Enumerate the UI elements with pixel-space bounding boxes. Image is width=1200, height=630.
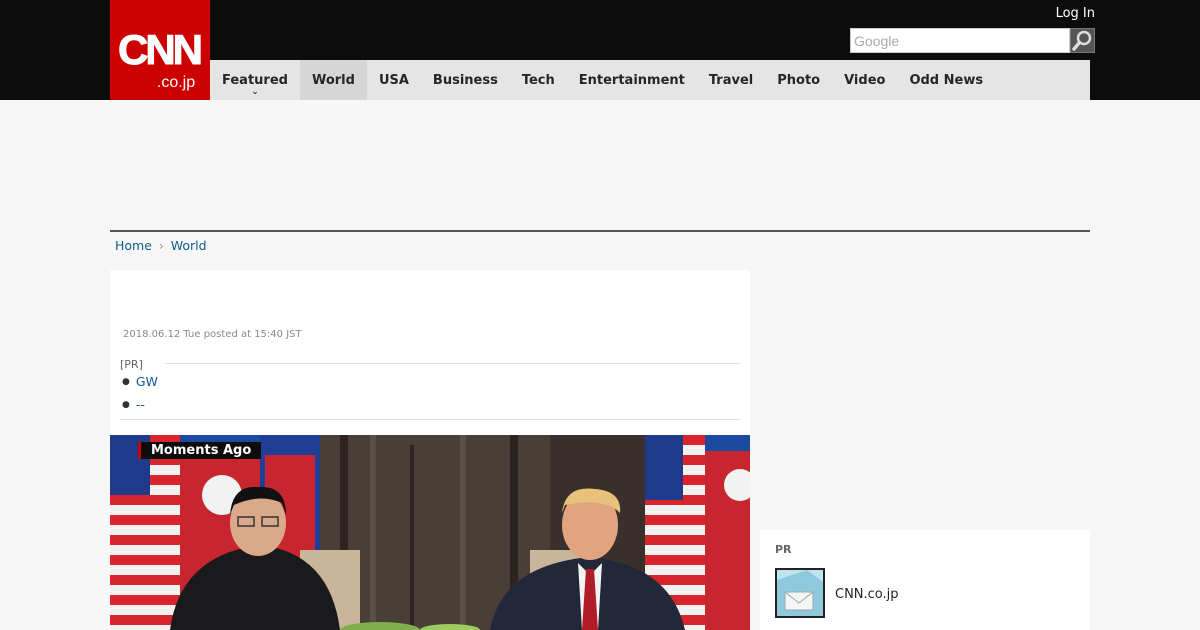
nav-item-label: Photo [777, 72, 821, 88]
login-link[interactable]: Log In [1056, 6, 1095, 21]
nav-item-label: Odd News [909, 72, 984, 88]
nav-business[interactable]: Business [421, 60, 510, 100]
breadcrumb: Home › World [115, 238, 207, 253]
search-button[interactable] [1070, 28, 1095, 53]
nav-item-label: Entertainment [578, 72, 685, 88]
section-divider [110, 230, 1090, 232]
envelope-icon [777, 570, 823, 616]
nav-photo[interactable]: Photo [765, 60, 832, 100]
bullet-icon: ● [122, 399, 130, 410]
pr-link-item[interactable]: ● -- [122, 397, 145, 412]
search-input[interactable] [850, 28, 1070, 53]
sidebar-pr-link[interactable]: CNN.co.jp [835, 587, 899, 602]
divider [165, 363, 740, 364]
search-icon [1072, 30, 1092, 51]
nav-world[interactable]: World [299, 60, 367, 100]
chevron-right-icon: › [158, 238, 164, 253]
nav-entertainment[interactable]: Entertainment [567, 60, 697, 100]
logo-subtext: .co.jp [157, 74, 195, 91]
nav-item-label: Tech [521, 72, 555, 88]
nav-featured[interactable]: Featured ⌄ [210, 60, 300, 100]
breadcrumb-home[interactable]: Home [115, 238, 152, 253]
pr-link[interactable]: GW [136, 374, 158, 389]
nav-usa[interactable]: USA [367, 60, 421, 100]
nav-item-label: Video [844, 72, 886, 88]
article-dateline: 2018.06.12 Tue posted at 15:40 JST [123, 329, 302, 340]
nav-tech[interactable]: Tech [510, 60, 567, 100]
video-frame-image [110, 435, 750, 630]
video-status-badge: Moments Ago [138, 442, 262, 459]
pr-link[interactable]: -- [136, 397, 145, 412]
nav-item-label: Business [432, 72, 498, 88]
article-card: 2018.06.12 Tue posted at 15:40 JST [PR] … [110, 270, 750, 435]
pr-link-item[interactable]: ● GW [122, 374, 158, 389]
main-nav: Featured ⌄ World USA Business Tech Enter… [210, 60, 1090, 100]
breadcrumb-world[interactable]: World [171, 238, 207, 253]
pr-label: [PR] [120, 358, 143, 371]
sidebar-pr-title: PR [775, 543, 792, 556]
nav-item-label: World [311, 72, 355, 88]
pr-thumbnail[interactable] [775, 568, 825, 618]
nav-item-label: Travel [708, 72, 754, 88]
nav-video[interactable]: Video [832, 60, 897, 100]
sidebar-pr-box: PR CNN.co.jp [760, 530, 1090, 630]
logo-text: CNN [118, 26, 201, 73]
video-player[interactable]: Moments Ago [110, 435, 750, 630]
nav-travel[interactable]: Travel [697, 60, 765, 100]
cnn-logo[interactable]: CNN .co.jp [110, 0, 210, 100]
nav-odd-news[interactable]: Odd News [897, 60, 995, 100]
nav-item-label: USA [378, 72, 409, 88]
nav-item-label: Featured [222, 72, 288, 88]
chevron-down-icon: ⌄ [251, 87, 259, 97]
bullet-icon: ● [122, 376, 130, 387]
divider [120, 419, 740, 420]
